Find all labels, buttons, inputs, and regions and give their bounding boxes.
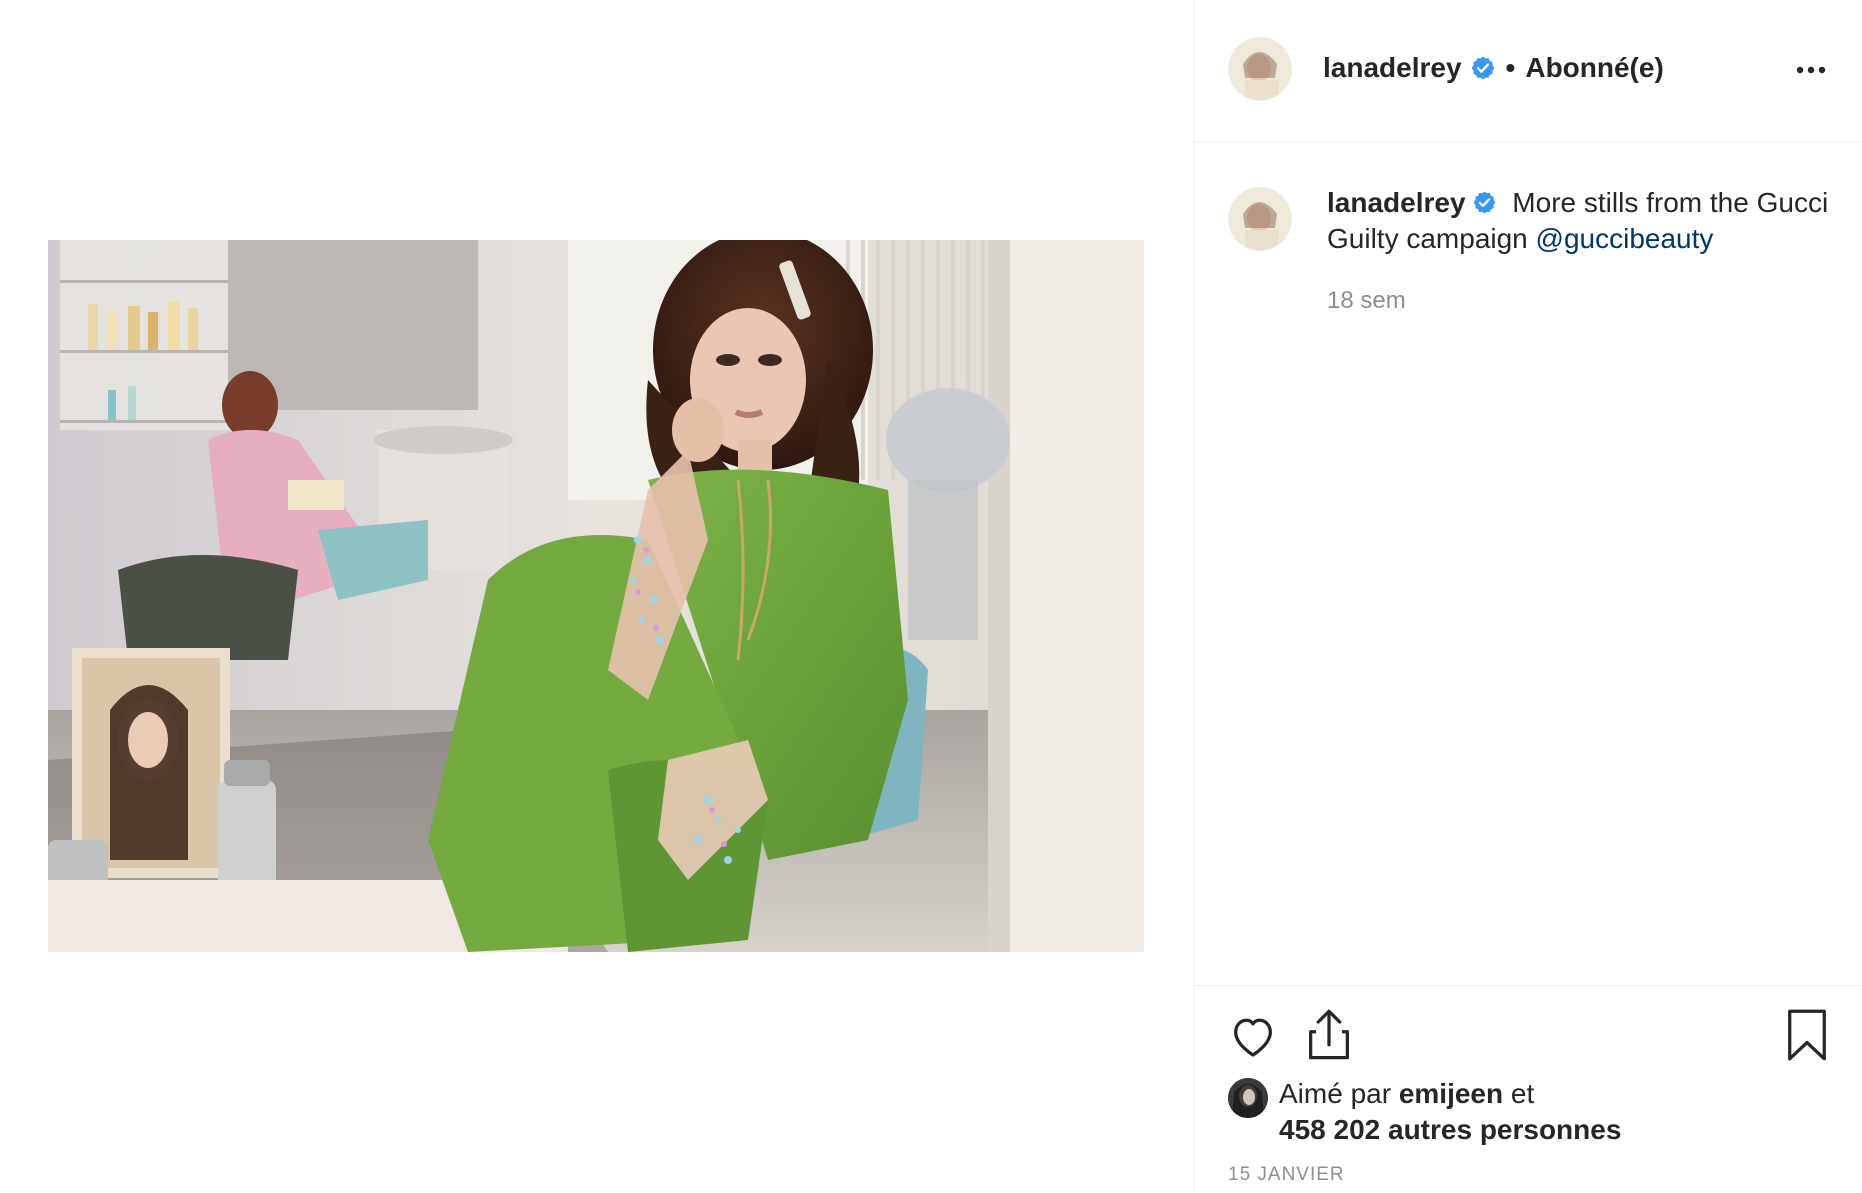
post-photo[interactable] [48, 240, 1144, 952]
liked-by-line: Aimé par emijeen et [1279, 1078, 1534, 1110]
verified-badge-icon [1472, 188, 1497, 214]
like-button[interactable] [1227, 1010, 1279, 1062]
caption-author-avatar[interactable] [1228, 187, 1292, 251]
post-header: lanadelrey • Abonné(e) [1195, 0, 1862, 142]
post-date[interactable]: 15 JANVIER [1228, 1164, 1345, 1186]
caption-mention-link[interactable]: @guccibeauty [1536, 223, 1714, 254]
heart-icon [1234, 1018, 1272, 1057]
liked-by-suffix: et [1503, 1078, 1535, 1109]
caption-username[interactable]: lanadelrey [1327, 187, 1466, 218]
header-user-line: lanadelrey • Abonné(e) [1323, 52, 1664, 84]
author-username[interactable]: lanadelrey [1323, 52, 1462, 84]
share-icon [1309, 1009, 1349, 1060]
caption-time-ago[interactable]: 18 sem [1327, 287, 1406, 315]
verified-badge-icon [1470, 55, 1496, 81]
liker-avatar[interactable] [1228, 1078, 1268, 1118]
post-actions-block: Aimé par emijeen et 458 202 autres perso… [1195, 985, 1862, 1193]
post-details-panel: lanadelrey • Abonné(e) lanadelrey More s… [1194, 0, 1862, 1192]
more-options-icon [1796, 66, 1826, 74]
liker-username[interactable]: emijeen [1399, 1078, 1503, 1109]
likes-count-link[interactable]: 458 202 autres personnes [1279, 1114, 1621, 1146]
bookmark-icon [1788, 1009, 1826, 1061]
save-button[interactable] [1785, 1008, 1829, 1062]
post-caption: lanadelrey More stills from the Gucci Gu… [1327, 185, 1847, 257]
follow-status-button[interactable]: Abonné(e) [1525, 52, 1663, 84]
post-media-pane [0, 0, 1194, 1192]
more-options-button[interactable] [1789, 52, 1833, 88]
author-avatar[interactable] [1228, 37, 1292, 101]
liked-by-prefix: Aimé par [1279, 1078, 1399, 1109]
separator-dot: • [1505, 52, 1516, 83]
share-button[interactable] [1303, 1008, 1355, 1062]
